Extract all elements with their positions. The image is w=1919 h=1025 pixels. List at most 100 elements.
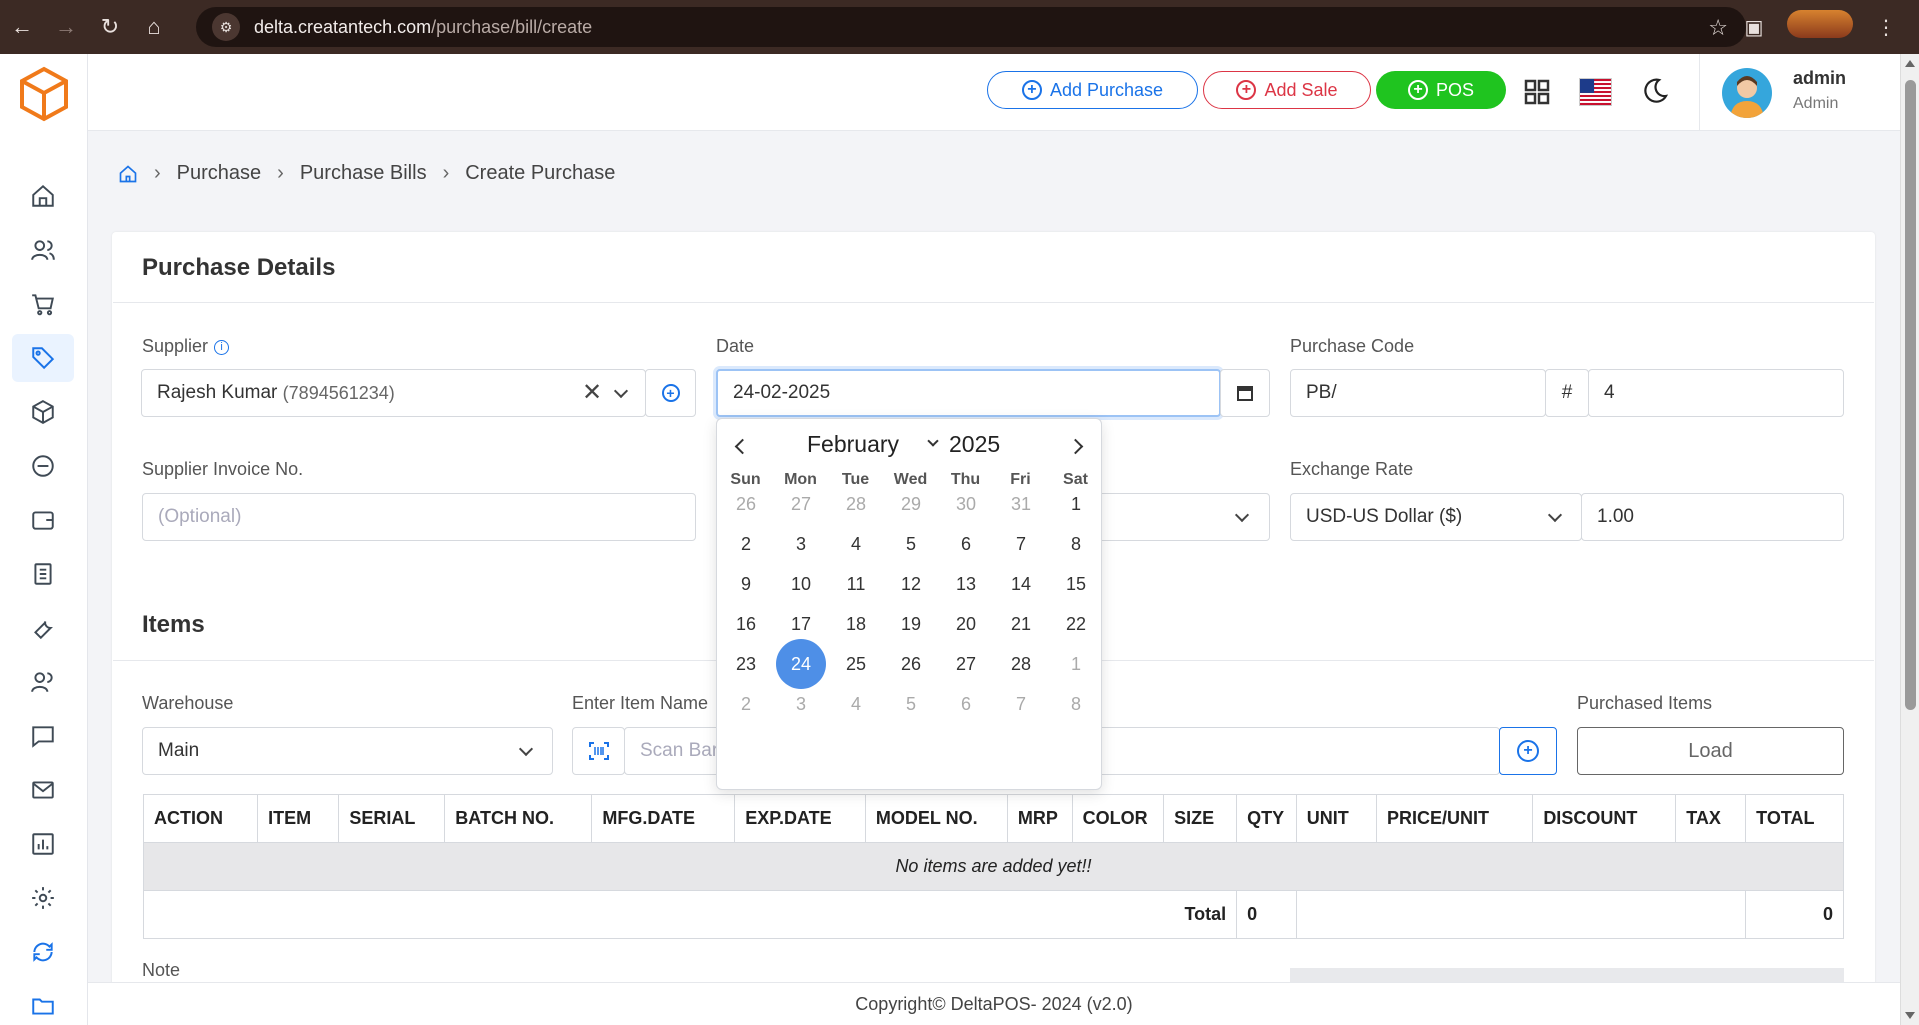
chevron-down-icon[interactable] <box>1547 507 1563 523</box>
add-purchase-label: Add Purchase <box>1049 79 1164 100</box>
sidebar-reports-icon[interactable] <box>12 550 74 598</box>
sidebar-mail-icon[interactable] <box>12 766 74 814</box>
col-mfg-date: MFG.DATE <box>591 794 736 843</box>
supplier-label: Supplier i <box>142 336 230 357</box>
purchase-code-prefix-input[interactable]: PB/ <box>1290 369 1546 417</box>
chevron-right-icon: › <box>442 162 450 184</box>
breadcrumb-purchase[interactable]: Purchase <box>177 162 262 185</box>
supplier-invoice-input[interactable]: (Optional) <box>142 493 696 541</box>
dark-mode-moon-icon[interactable] <box>1640 76 1670 106</box>
sidebar-wallet-icon[interactable] <box>12 496 74 544</box>
sidebar-cart-icon[interactable] <box>12 280 74 328</box>
plus-circle-icon: + <box>1517 740 1539 762</box>
chevron-down-icon[interactable] <box>927 435 939 447</box>
calendar-day[interactable]: 6 <box>941 679 991 729</box>
col-discount: DISCOUNT <box>1532 794 1677 843</box>
scrollbar-thumb[interactable] <box>1905 80 1916 710</box>
plus-circle-icon: + <box>1021 80 1042 100</box>
home-icon[interactable]: ⌂ <box>132 0 176 54</box>
app-logo-icon[interactable] <box>14 64 74 124</box>
calendar-day[interactable]: 5 <box>886 679 936 729</box>
next-month-icon[interactable] <box>1067 438 1084 455</box>
sidebar-expense-icon[interactable] <box>12 442 74 490</box>
extensions-icon[interactable]: ▣ <box>1721 15 1787 40</box>
breadcrumb-purchase-bills[interactable]: Purchase Bills <box>300 162 427 185</box>
sidebar-tools-icon[interactable] <box>12 604 74 652</box>
user-name[interactable]: admin <box>1793 68 1846 89</box>
currency-select[interactable]: USD-US Dollar ($) <box>1290 493 1582 541</box>
add-item-button[interactable]: + <box>1499 727 1557 775</box>
date-picker: February 2025 Sun Mon Tue Wed Thu Fri Sat 26 27 2… <box>716 418 1102 790</box>
purchase-details-title: Purchase Details <box>142 254 336 281</box>
plus-circle-icon: + <box>1407 80 1428 100</box>
back-icon[interactable]: ← <box>0 0 44 54</box>
exchange-rate-input[interactable]: 1.00 <box>1581 493 1844 541</box>
profile-icon[interactable] <box>1787 10 1853 44</box>
calendar-day[interactable]: 8 <box>1051 679 1101 729</box>
sidebar-settings-icon[interactable] <box>12 874 74 922</box>
sidebar-customers-icon[interactable] <box>12 658 74 706</box>
calendar-day[interactable]: 4 <box>831 679 881 729</box>
sidebar-folder-icon[interactable] <box>12 982 74 1025</box>
header-divider <box>1699 54 1700 131</box>
previous-month-icon[interactable] <box>734 438 751 455</box>
sidebar-sync-icon[interactable] <box>12 928 74 976</box>
date-input[interactable]: 24-02-2025 <box>716 369 1221 417</box>
sidebar-purchase-tag-icon[interactable] <box>12 334 74 382</box>
forward-icon[interactable]: → <box>44 0 88 54</box>
chevron-right-icon: › <box>154 162 161 184</box>
calendar-day[interactable]: 2 <box>721 679 771 729</box>
sidebar-users-icon[interactable] <box>12 226 74 274</box>
browser-menu-icon[interactable]: ⋮ <box>1853 15 1919 40</box>
add-purchase-button[interactable]: + Add Purchase <box>987 71 1198 109</box>
breadcrumb-home-icon[interactable] <box>118 164 138 184</box>
load-button[interactable]: Load <box>1577 727 1844 775</box>
footer-copyright: Copyright© DeltaPOS- 2024 (v2.0) <box>88 982 1900 1025</box>
avatar[interactable] <box>1722 68 1772 118</box>
purchase-code-label: Purchase Code <box>1290 336 1415 356</box>
chevron-down-icon[interactable] <box>1234 507 1250 523</box>
add-sale-button[interactable]: + Add Sale <box>1203 71 1371 109</box>
add-supplier-button[interactable]: + <box>645 369 696 417</box>
address-bar[interactable]: ⚙ delta.creatantech.com/purchase/bill/cr… <box>196 7 1746 47</box>
site-info-icon[interactable]: ⚙ <box>212 13 240 41</box>
year-input[interactable]: 2025 <box>949 431 1000 458</box>
col-tax: TAX <box>1675 794 1747 843</box>
col-size: SIZE <box>1163 794 1238 843</box>
calendar-day[interactable]: 7 <box>996 679 1046 729</box>
apps-grid-icon[interactable] <box>1524 79 1550 105</box>
scroll-down-icon[interactable] <box>1905 1012 1915 1019</box>
supplier-invoice-placeholder: (Optional) <box>158 506 242 527</box>
exchange-rate-label: Exchange Rate <box>1290 459 1414 479</box>
info-icon[interactable]: i <box>214 340 230 355</box>
url-host: delta.creatantech.com <box>254 16 432 37</box>
us-flag-icon[interactable] <box>1579 78 1612 106</box>
purchased-items-label: Purchased Items <box>1577 693 1713 713</box>
sidebar-dashboard-icon[interactable] <box>12 172 74 220</box>
sidebar-messages-icon[interactable] <box>12 712 74 760</box>
user-role: Admin <box>1793 95 1839 112</box>
reload-icon[interactable]: ↻ <box>88 0 132 54</box>
barcode-scan-button[interactable] <box>572 727 625 775</box>
purchase-code-number-input[interactable]: 4 <box>1588 369 1844 417</box>
month-select[interactable]: February <box>807 431 899 458</box>
breadcrumb-create-purchase: Create Purchase <box>465 162 616 184</box>
pos-label: POS <box>1435 79 1474 100</box>
warehouse-select[interactable]: Main <box>142 727 553 775</box>
items-title: Items <box>142 611 205 638</box>
scroll-up-icon[interactable] <box>1905 60 1915 67</box>
clear-icon[interactable]: ✕ <box>582 378 602 407</box>
pos-button[interactable]: + POS <box>1376 71 1506 109</box>
col-batch-no: BATCH NO. <box>444 794 593 843</box>
page-scrollbar[interactable] <box>1900 54 1919 1025</box>
calendar-day[interactable]: 3 <box>776 679 826 729</box>
browser-toolbar: ← → ↻ ⌂ ⚙ delta.creatantech.com/purchase… <box>0 0 1919 54</box>
sidebar-chart-icon[interactable] <box>12 820 74 868</box>
chevron-down-icon[interactable] <box>518 741 534 757</box>
currency-value: USD-US Dollar ($) <box>1306 506 1463 527</box>
section-divider <box>113 302 1874 303</box>
supplier-select[interactable]: Rajesh Kumar (7894561234) ✕ <box>141 369 646 417</box>
chevron-down-icon[interactable] <box>613 383 629 399</box>
calendar-button[interactable] <box>1220 369 1270 417</box>
sidebar-package-icon[interactable] <box>12 388 74 436</box>
